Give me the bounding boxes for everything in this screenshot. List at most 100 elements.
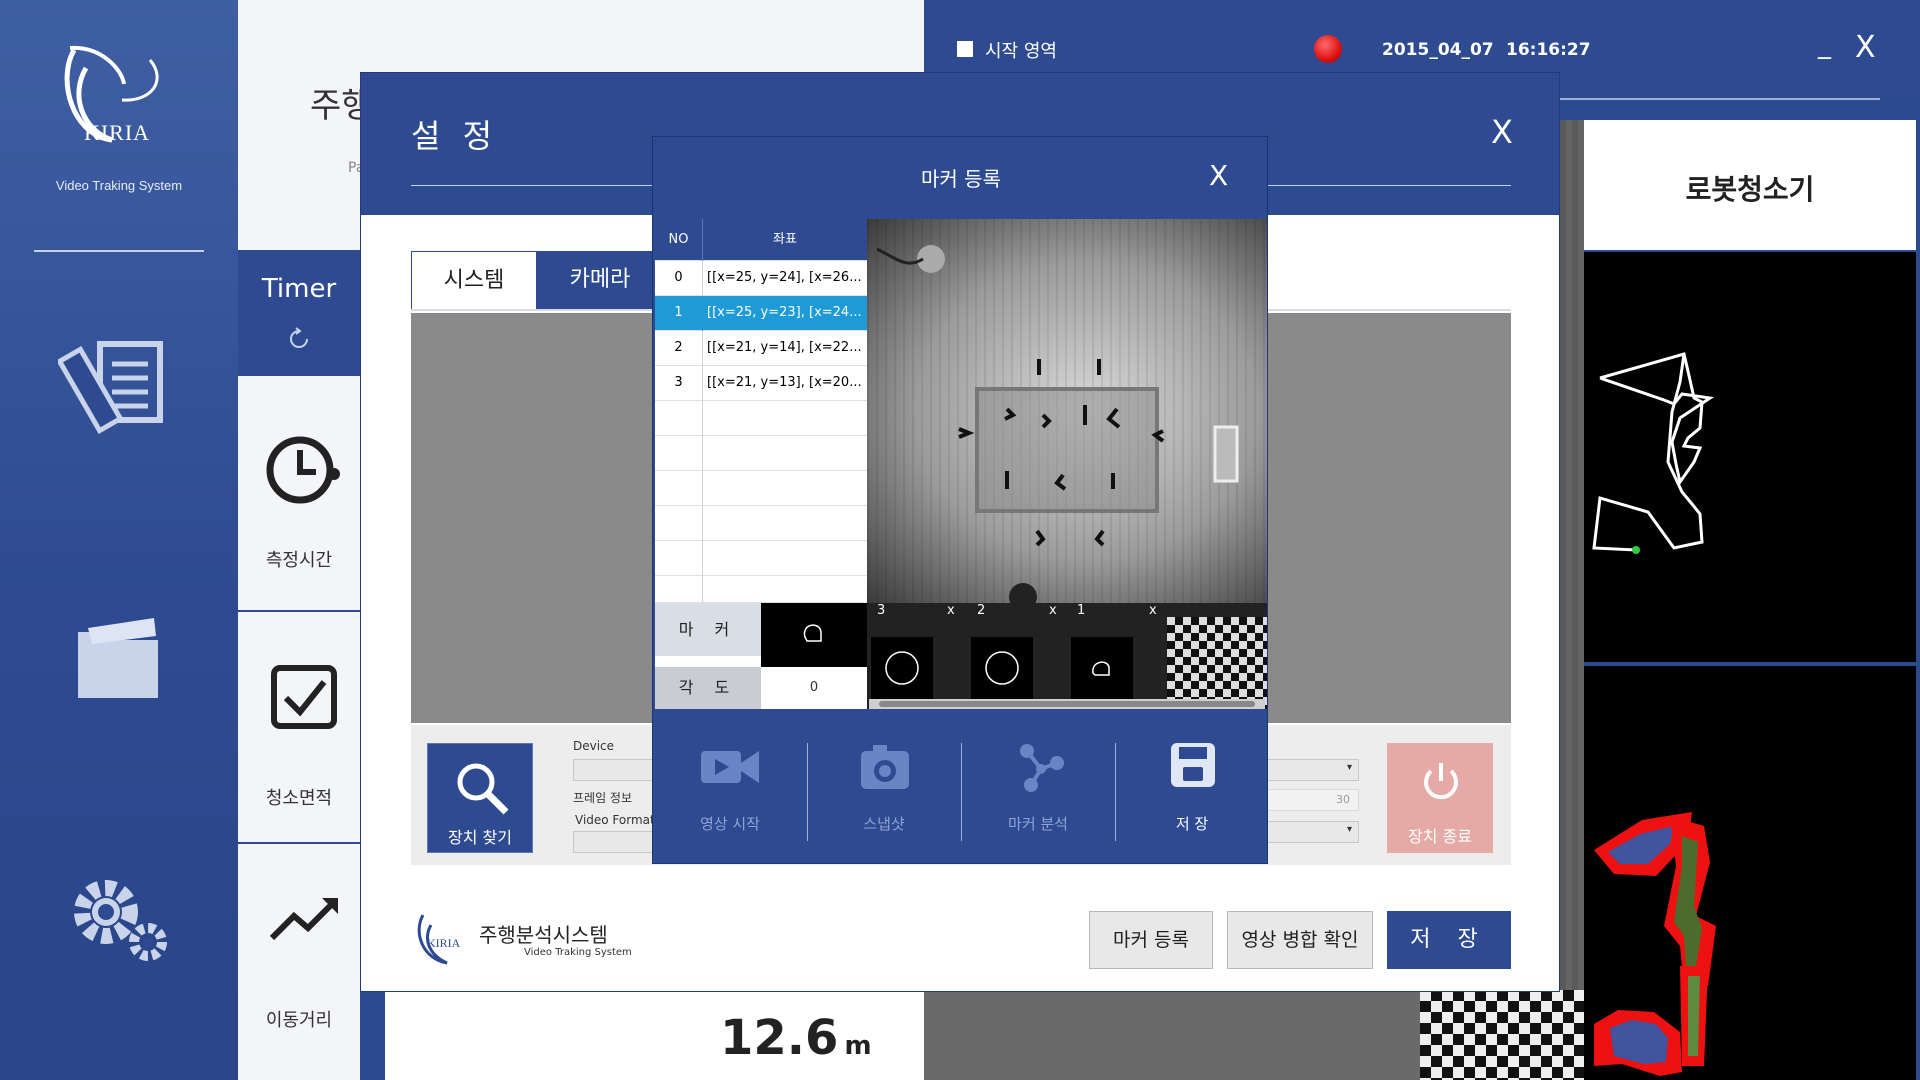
- checkbox-icon: [270, 664, 340, 738]
- marker-table: NO 좌표 0 [[x=25, y=24], [x=26... 1 [[x=25…: [655, 219, 867, 603]
- thumb-close-button[interactable]: x: [947, 603, 955, 623]
- end-device-label: 장치 종료: [1408, 827, 1472, 846]
- checkerboard-pattern: [1420, 990, 1584, 1080]
- row-coord: [[x=25, y=24], [x=26...: [707, 270, 862, 285]
- settings-title: 설 정: [411, 117, 499, 155]
- row-no: 1: [655, 296, 703, 331]
- tab-system[interactable]: 시스템: [411, 251, 537, 311]
- trend-icon: [269, 894, 340, 948]
- marker-camera-view: [867, 219, 1267, 603]
- camera-icon: [859, 741, 911, 797]
- thumb-id: 3: [877, 603, 886, 618]
- video-camera-icon: [699, 745, 761, 793]
- video-start-button[interactable]: 영상 시작: [653, 717, 807, 863]
- row-coord: [[x=25, y=23], [x=24...: [707, 305, 862, 320]
- magnifier-icon: [452, 758, 512, 822]
- floppy-disk-icon: [1169, 741, 1217, 793]
- marker-preview: [761, 603, 867, 667]
- marker-dialog-close-button[interactable]: X: [1209, 159, 1228, 192]
- camera-feed-bottom: [924, 990, 1420, 1080]
- distance-number: 12.6: [720, 1010, 839, 1066]
- top-divider: [1560, 98, 1880, 100]
- checkerboard-thumb: [1167, 617, 1267, 709]
- table-row[interactable]: 0 [[x=25, y=24], [x=26...: [655, 261, 867, 296]
- row-coord: [[x=21, y=13], [x=20...: [707, 375, 862, 390]
- folder-icon[interactable]: [58, 600, 178, 720]
- start-region-label: 시작 영역: [985, 41, 1057, 62]
- find-device-label: 장치 찾기: [448, 828, 512, 847]
- distance-value: 12.6 m: [720, 1010, 872, 1066]
- start-region-checkbox[interactable]: [957, 41, 973, 57]
- marker-info-panel: 마 커 각 도 0: [655, 603, 867, 709]
- marker-thumbnails: 3 x 2 x 1 x: [867, 603, 1267, 709]
- device-label: Device: [573, 739, 615, 753]
- thumbnail-2[interactable]: [971, 637, 1033, 699]
- row-no: 0: [655, 261, 703, 296]
- table-row-empty: [655, 471, 867, 506]
- right-select-1[interactable]: ▾: [1267, 759, 1359, 781]
- timer-panel[interactable]: Timer: [238, 250, 360, 376]
- minimize-button[interactable]: _: [1818, 30, 1831, 60]
- settings-close-button[interactable]: X: [1491, 113, 1513, 151]
- menu-item-distance[interactable]: 이동거리: [238, 844, 360, 1080]
- snapshot-button[interactable]: 스냅샷: [807, 717, 961, 863]
- refresh-icon[interactable]: [286, 326, 312, 352]
- menu-item-clean-area[interactable]: 청소면적: [238, 612, 360, 844]
- snapshot-label: 스냅샷: [863, 815, 905, 833]
- table-row[interactable]: 3 [[x=21, y=13], [x=20...: [655, 366, 867, 401]
- svg-text:KIRIA: KIRIA: [427, 936, 461, 950]
- device-select[interactable]: [573, 759, 653, 781]
- settings-icon[interactable]: [58, 860, 178, 980]
- marker-register-button[interactable]: 마커 등록: [1089, 911, 1213, 969]
- path-trace-view: [1584, 252, 1916, 662]
- thumbnail-3[interactable]: [871, 637, 933, 699]
- row-no: 2: [655, 331, 703, 366]
- video-format-label: Video Format: [575, 813, 655, 827]
- robot-title: 로봇청소기: [1685, 173, 1815, 206]
- header-no: NO: [655, 219, 703, 261]
- table-row[interactable]: 2 [[x=21, y=14], [x=22...: [655, 331, 867, 366]
- table-row-empty: [655, 436, 867, 471]
- logo-text: KIRIA: [83, 120, 151, 145]
- thumb-close-button[interactable]: x: [1149, 603, 1157, 623]
- metric-menu: Timer 측정시간 청소면적 이동거리: [238, 250, 360, 1080]
- sidebar-divider: [34, 250, 204, 252]
- window-close-button[interactable]: X: [1855, 30, 1876, 65]
- chevron-down-icon: ▾: [1346, 824, 1352, 835]
- marker-actions: 영상 시작 스냅샷 마커 분석 저 장: [653, 717, 1269, 863]
- kiria-logo: KIRIA: [52, 40, 182, 160]
- row-no: 3: [655, 366, 703, 401]
- chevron-down-icon: ▾: [1346, 762, 1352, 773]
- tab-camera[interactable]: 카메라: [537, 251, 663, 311]
- merge-check-button[interactable]: 영상 병합 확인: [1227, 911, 1373, 969]
- menu-item-measure-time[interactable]: 측정시간: [238, 376, 360, 612]
- footer-title: 주행분석시스템: [479, 923, 608, 947]
- table-row-empty: [655, 541, 867, 576]
- time-display: 16:16:27: [1506, 40, 1591, 60]
- clock-icon: [264, 430, 344, 514]
- marker-register-dialog: 마커 등록 X NO 좌표 0 [[x=25, y=24], [x=26... …: [652, 136, 1268, 864]
- table-header: NO 좌표: [655, 219, 867, 261]
- report-icon[interactable]: [56, 330, 178, 450]
- end-device-button[interactable]: 장치 종료: [1387, 743, 1493, 853]
- marker-save-button[interactable]: 저 장: [1115, 717, 1269, 863]
- thumbnail-1[interactable]: [1071, 637, 1133, 699]
- marker-analysis-button[interactable]: 마커 분석: [961, 717, 1115, 863]
- video-format-select[interactable]: [573, 831, 653, 853]
- fps-input[interactable]: 30: [1267, 789, 1359, 811]
- scrollbar-thumb[interactable]: [879, 701, 1255, 707]
- right-select-2[interactable]: ▾: [1267, 821, 1359, 843]
- distance-unit: m: [844, 1031, 872, 1061]
- settings-save-button[interactable]: 저 장: [1387, 911, 1511, 969]
- table-row-selected[interactable]: 1 [[x=25, y=23], [x=24...: [655, 296, 867, 331]
- thumb-id: 2: [977, 603, 986, 618]
- angle-value[interactable]: 0: [761, 667, 867, 709]
- table-row-empty: [655, 401, 867, 436]
- thumb-scrollbar[interactable]: [869, 699, 1265, 709]
- record-indicator-icon[interactable]: [1314, 35, 1342, 63]
- angle-label: 각 도: [655, 667, 761, 709]
- menu-label-measure-time: 측정시간: [265, 550, 333, 571]
- sidebar: KIRIA Video Traking System: [0, 0, 238, 1080]
- find-device-button[interactable]: 장치 찾기: [427, 743, 533, 853]
- thumb-close-button[interactable]: x: [1049, 603, 1057, 623]
